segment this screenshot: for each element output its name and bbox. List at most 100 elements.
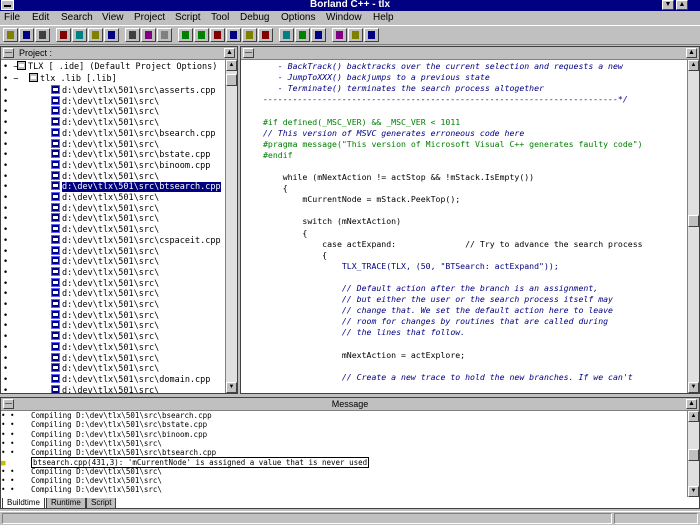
- watch-button[interactable]: [311, 28, 326, 42]
- compile-message[interactable]: • • Compiling D:\dev\tlx\501\src\bstate.c…: [1, 421, 207, 429]
- menu-script[interactable]: Script: [175, 12, 201, 24]
- menu-tool[interactable]: Tool: [211, 12, 229, 24]
- compile-message[interactable]: • • Compiling D:\dev\tlx\501\src\binoom.c…: [1, 429, 208, 439]
- find-next-button[interactable]: [157, 28, 172, 42]
- replace-button[interactable]: [141, 28, 156, 42]
- save-button[interactable]: [19, 28, 34, 42]
- code-line: #if defined(_MSC_VER) && _MSC_VER < 1011: [263, 116, 461, 127]
- tab-script[interactable]: Script: [86, 498, 117, 509]
- cpp-file-icon: [51, 202, 60, 212]
- scroll-up-icon[interactable]: ▲: [688, 60, 699, 71]
- compile-message[interactable]: • • Compiling D:\dev\tlx\501\src\: [1, 466, 162, 476]
- project-pane-maximize-button[interactable]: ▲: [224, 48, 235, 58]
- compile-message[interactable]: • • Compiling D:\dev\tlx\501\src\btsearch…: [1, 449, 216, 457]
- inspect-button[interactable]: [279, 28, 294, 42]
- maximize-button[interactable]: ▲: [676, 0, 688, 10]
- status-bar: [0, 511, 700, 525]
- evaluate-button[interactable]: [295, 28, 310, 42]
- trace-into-button[interactable]: [242, 28, 257, 42]
- message-pane-maximize-button[interactable]: ▲: [686, 399, 697, 409]
- code-editor[interactable]: - BackTrack() backtracks over the curren…: [263, 61, 687, 393]
- menu-help[interactable]: Help: [373, 12, 394, 24]
- menu-project[interactable]: Project: [134, 12, 165, 24]
- build-button[interactable]: [194, 28, 209, 42]
- project-tree: • − TLX [ .ide] (Default Project Options)…: [1, 60, 225, 393]
- tree-item-label: d:\dev\tlx\501\src\domain.cpp: [62, 374, 211, 385]
- menu-window[interactable]: Window: [326, 12, 362, 24]
- menu-file[interactable]: File: [4, 12, 20, 24]
- browse-icon: [352, 31, 359, 39]
- project-vertical-scrollbar[interactable]: ▲ ▼: [225, 60, 237, 393]
- info-bullet-icon: • •: [1, 466, 15, 476]
- menu-bar: File Edit Search View Project Script Too…: [0, 11, 700, 25]
- window-title: Borland C++ - tlx: [309, 0, 390, 10]
- compile-message[interactable]: • • Compiling D:\dev\tlx\501\src\: [1, 477, 162, 485]
- save-icon: [23, 31, 30, 39]
- tree-item-label: d:\dev\tlx\501\src\: [62, 385, 160, 394]
- replace-icon: [145, 31, 152, 39]
- cut-button[interactable]: [56, 28, 71, 42]
- tab-runtime[interactable]: Runtime: [46, 498, 86, 509]
- tree-item-label: d:\dev\tlx\501\src\binoom.cpp: [62, 160, 211, 171]
- message-vertical-scrollbar[interactable]: ▲ ▼: [687, 411, 699, 497]
- toggle-breakpoint-button[interactable]: [258, 28, 273, 42]
- message-text: Compiling D:\dev\tlx\501\src\binoom.cpp: [31, 429, 208, 439]
- menu-view[interactable]: View: [102, 12, 124, 24]
- tree-item-label: d:\dev\tlx\501\src\bstate.cpp: [62, 150, 211, 161]
- project-node-icon: [29, 73, 38, 82]
- step-over-button[interactable]: [226, 28, 241, 42]
- minimize-button[interactable]: ▼: [662, 0, 674, 10]
- tree-item-label: d:\dev\tlx\501\src\: [62, 118, 160, 129]
- menu-options[interactable]: Options: [281, 12, 315, 24]
- cpp-file-icon: [51, 331, 60, 341]
- scroll-down-icon[interactable]: ▼: [688, 382, 699, 393]
- tree-target-lib[interactable]: • − tlx .lib [.lib]: [3, 73, 117, 85]
- run-button[interactable]: [210, 28, 225, 42]
- tree-item-file[interactable]: • d:\dev\tlx\501\src\: [3, 384, 160, 394]
- message-pane-menu-icon[interactable]: —: [3, 399, 14, 409]
- scroll-thumb[interactable]: [688, 215, 699, 227]
- compile-message[interactable]: • • Compiling D:\dev\tlx\501\src\bsearch.…: [1, 412, 212, 420]
- open-button[interactable]: [3, 28, 18, 42]
- help-button[interactable]: [364, 28, 379, 42]
- print-button[interactable]: [35, 28, 50, 42]
- warning-message[interactable]: ■ btsearch.cpp(431,3): 'mCurrentNode' is…: [1, 456, 370, 468]
- scroll-up-icon[interactable]: ▲: [688, 411, 699, 422]
- menu-search[interactable]: Search: [61, 12, 93, 24]
- help-icon: [368, 31, 375, 39]
- tab-buildtime[interactable]: Buildtime: [2, 498, 45, 509]
- cpp-file-icon: [51, 256, 60, 266]
- scroll-thumb[interactable]: [688, 449, 699, 461]
- find-button[interactable]: [125, 28, 140, 42]
- paste-button[interactable]: [88, 28, 103, 42]
- menu-debug[interactable]: Debug: [240, 12, 269, 24]
- undo-button[interactable]: [104, 28, 119, 42]
- tree-item-label: d:\dev\tlx\501\src\: [62, 310, 160, 321]
- editor-pane-maximize-button[interactable]: ▲: [686, 48, 697, 58]
- scroll-down-icon[interactable]: ▼: [226, 382, 237, 393]
- cpp-file-icon: [51, 341, 60, 351]
- scroll-thumb[interactable]: [226, 74, 237, 86]
- make-button[interactable]: [178, 28, 193, 42]
- copy-button[interactable]: [72, 28, 87, 42]
- compile-message[interactable]: • • Compiling D:\dev\tlx\501\src\: [1, 439, 162, 448]
- cpp-file-icon: [51, 149, 60, 159]
- scroll-down-icon[interactable]: ▼: [688, 486, 699, 497]
- compile-message[interactable]: • • Compiling D:\dev\tlx\501\src\: [1, 486, 162, 494]
- editor-pane-menu-icon[interactable]: —: [243, 48, 254, 58]
- tree-item-label: d:\dev\tlx\501\src\btsearch.cpp: [62, 182, 221, 193]
- scroll-up-icon[interactable]: ▲: [226, 60, 237, 71]
- project-pane-menu-icon[interactable]: —: [3, 48, 14, 58]
- editor-pane: — ▲ - BackTrack() backtracks over the cu…: [240, 46, 700, 394]
- cpp-file-icon: [51, 95, 60, 105]
- message-pane-title: Message: [331, 399, 369, 409]
- menu-edit[interactable]: Edit: [32, 12, 49, 24]
- browse-button[interactable]: [348, 28, 363, 42]
- code-line: TLX_TRACE(TLX, (50, "BTSearch: actExpand…: [263, 260, 559, 271]
- tree-item-label: d:\dev\tlx\501\src\: [62, 353, 160, 364]
- tree-item-label: d:\dev\tlx\501\src\: [62, 203, 160, 214]
- editor-vertical-scrollbar[interactable]: ▲ ▼: [687, 60, 699, 393]
- project-button[interactable]: [332, 28, 347, 42]
- code-line: #endif: [263, 149, 293, 160]
- tree-root-project[interactable]: • − TLX [ .ide] (Default Project Options): [3, 61, 217, 73]
